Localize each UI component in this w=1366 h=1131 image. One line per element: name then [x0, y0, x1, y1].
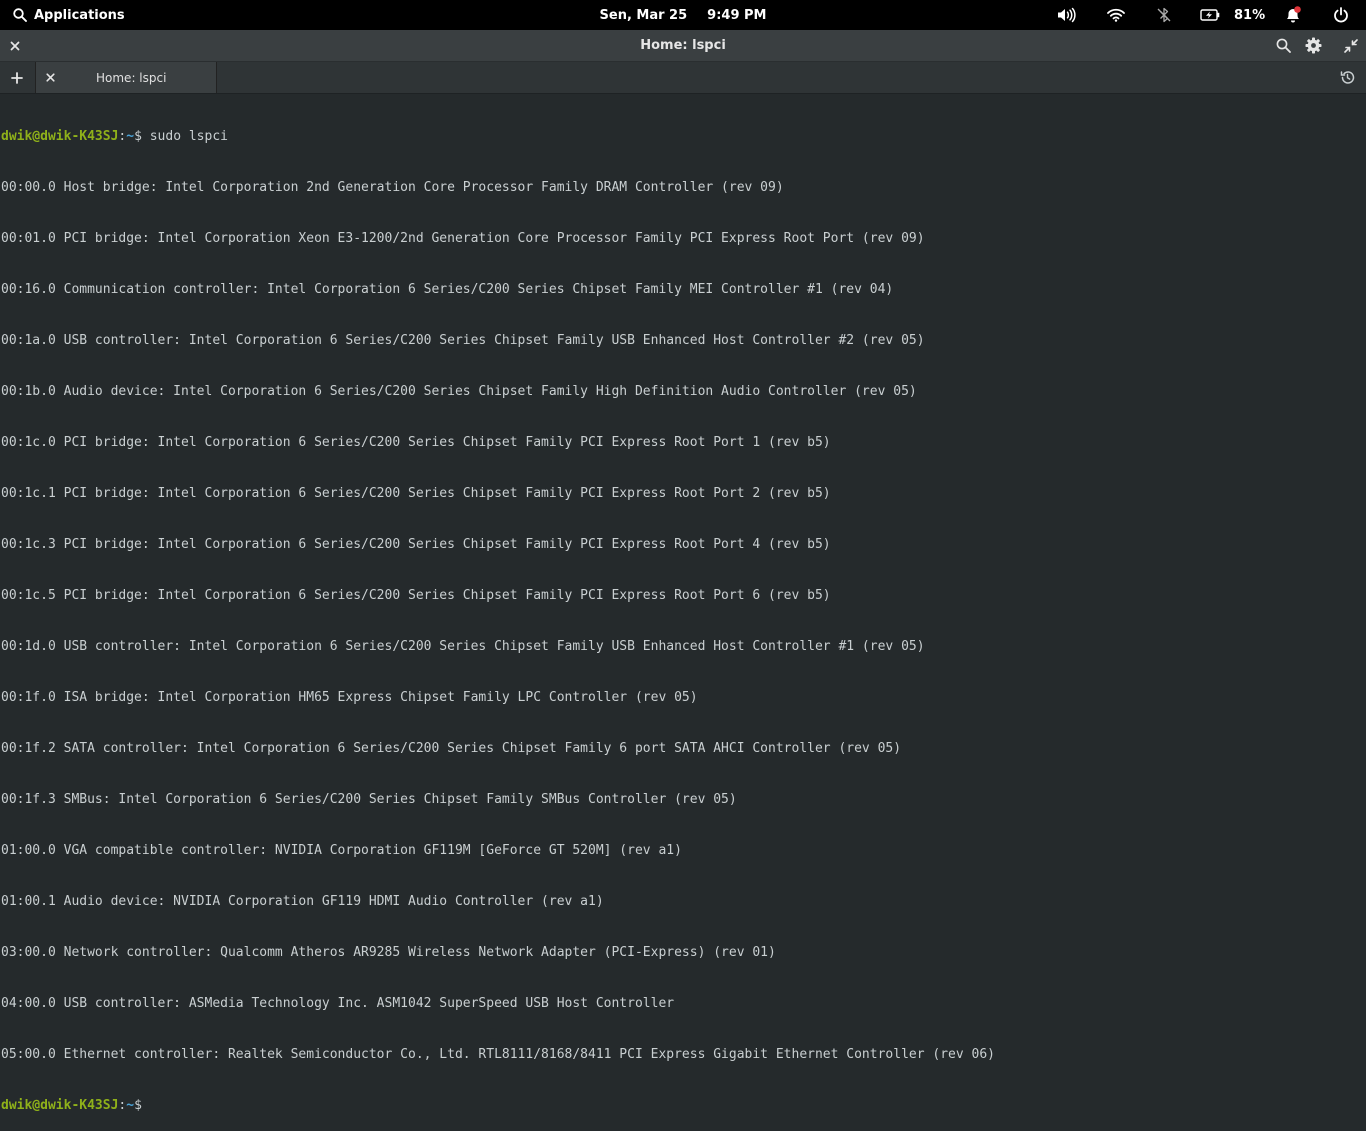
output-line: 00:16.0 Communication controller: Intel … [1, 282, 894, 297]
prompt-symbol: $ [134, 1098, 142, 1113]
output-line: 01:00.0 VGA compatible controller: NVIDI… [1, 843, 682, 858]
plus-icon [11, 71, 23, 84]
unmaximize-button[interactable] [1341, 30, 1361, 61]
output-line: 00:1f.3 SMBus: Intel Corporation 6 Serie… [1, 792, 737, 807]
output-line: 00:1f.0 ISA bridge: Intel Corporation HM… [1, 690, 698, 705]
time-label: 9:49 PM [707, 7, 767, 23]
notification-bell-icon [1284, 6, 1302, 24]
top-panel: Applications Sen, Mar 25 9:49 PM 81% [0, 0, 1366, 30]
output-line: 00:1b.0 Audio device: Intel Corporation … [1, 384, 917, 399]
prompt-user-host: dwik@dwik-K43SJ [1, 129, 119, 144]
output-line: 00:1c.1 PCI bridge: Intel Corporation 6 … [1, 486, 831, 501]
output-line: 00:00.0 Host bridge: Intel Corporation 2… [1, 180, 784, 195]
bluetooth-indicator[interactable] [1156, 0, 1172, 30]
output-line: 00:1c.3 PCI bridge: Intel Corporation 6 … [1, 537, 831, 552]
battery-percent: 81% [1234, 7, 1266, 23]
power-icon [1333, 7, 1349, 23]
output-line: 01:00.1 Audio device: NVIDIA Corporation… [1, 894, 604, 909]
output-line: 00:1d.0 USB controller: Intel Corporatio… [1, 639, 925, 654]
output-line: 00:1c.0 PCI bridge: Intel Corporation 6 … [1, 435, 831, 450]
history-icon [1340, 71, 1354, 84]
output-line: 00:01.0 PCI bridge: Intel Corporation Xe… [1, 231, 925, 246]
gear-icon [1305, 37, 1321, 54]
prompt-user-host: dwik@dwik-K43SJ [1, 1098, 119, 1113]
tab-bar: Home: lspci [0, 62, 1366, 94]
date-label: Sen, Mar 25 [599, 7, 688, 23]
output-line: 04:00.0 USB controller: ASMedia Technolo… [1, 996, 675, 1011]
window-headerbar: Home: lspci [0, 30, 1366, 62]
close-tab-button[interactable] [42, 62, 58, 93]
prompt-symbol: $ [134, 129, 142, 144]
command-text: sudo lspci [141, 129, 228, 144]
output-line: 00:1f.2 SATA controller: Intel Corporati… [1, 741, 902, 756]
command-line: dwik@dwik-K43SJ:~$ sudo lspci [1, 128, 1365, 145]
terminal-view[interactable]: dwik@dwik-K43SJ:~$ sudo lspci 00:00.0 Ho… [1, 94, 1365, 1113]
tab-label: Home: lspci [96, 70, 167, 85]
prompt-path: ~ [126, 1098, 135, 1113]
output-line: 00:1a.0 USB controller: Intel Corporatio… [1, 333, 925, 348]
new-tab-button[interactable] [8, 62, 26, 93]
volume-icon [1056, 7, 1076, 23]
notifications-indicator[interactable] [1284, 0, 1302, 30]
wifi-indicator[interactable] [1107, 0, 1125, 30]
close-icon [45, 73, 55, 82]
search-icon [1276, 38, 1291, 53]
output-line: 05:00.0 Ethernet controller: Realtek Sem… [1, 1047, 995, 1062]
battery-indicator[interactable]: 81% [1200, 0, 1265, 30]
settings-button[interactable] [1303, 30, 1323, 61]
tab-home-lspci[interactable]: Home: lspci [35, 62, 217, 93]
output-line: 00:1c.5 PCI bridge: Intel Corporation 6 … [1, 588, 831, 603]
prompt-path: ~ [126, 129, 135, 144]
power-indicator[interactable] [1333, 0, 1349, 30]
battery-charging-icon [1200, 9, 1220, 21]
bluetooth-disabled-icon [1156, 7, 1172, 23]
window-title: Home: lspci [640, 38, 726, 53]
volume-indicator[interactable] [1056, 0, 1076, 30]
history-button[interactable] [1337, 62, 1357, 93]
unmaximize-icon [1344, 38, 1358, 53]
wifi-icon [1107, 8, 1125, 22]
output-line: 03:00.0 Network controller: Qualcomm Ath… [1, 945, 776, 960]
prompt-line: dwik@dwik-K43SJ:~$ [1, 1097, 1365, 1114]
prompt-separator: : [118, 1098, 127, 1113]
search-button[interactable] [1273, 30, 1293, 61]
